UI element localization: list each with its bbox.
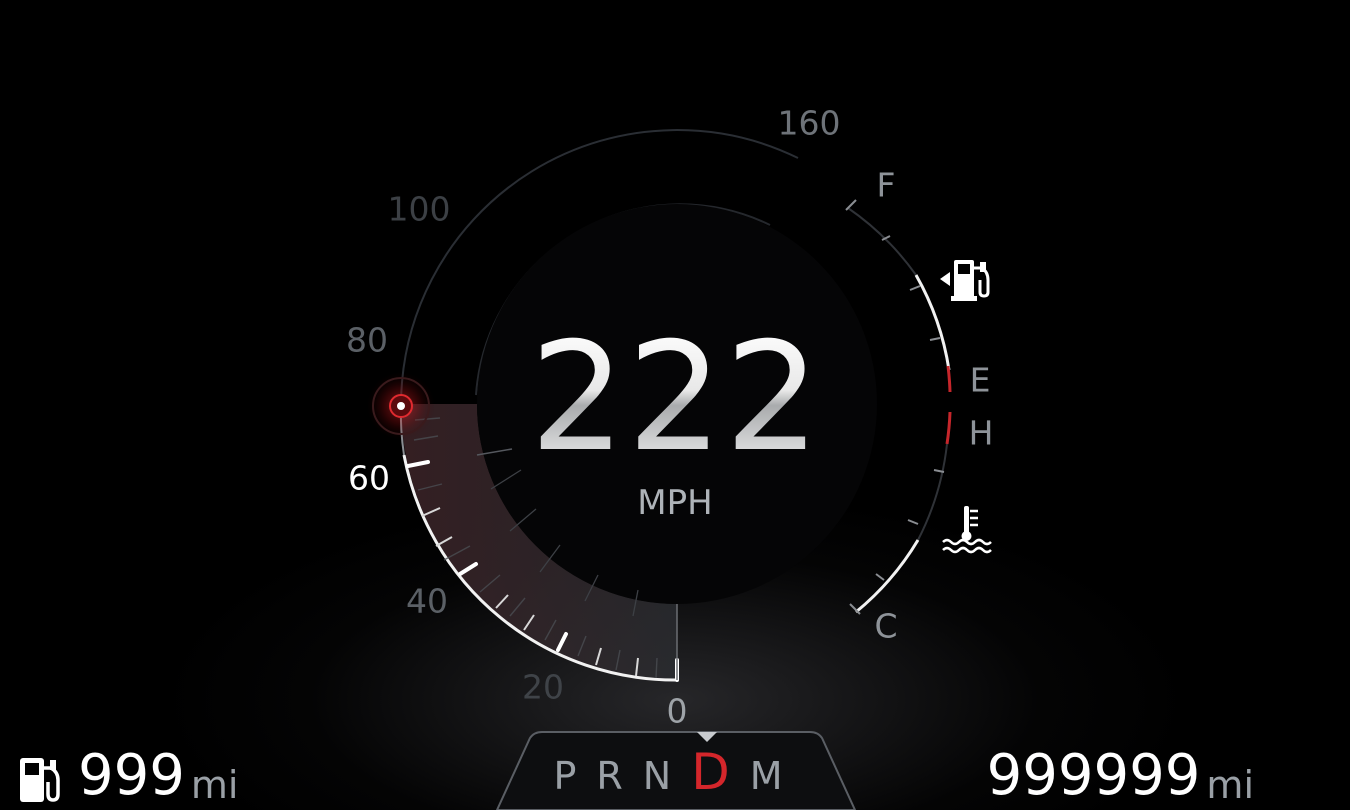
gear-selector: P R N D M bbox=[553, 747, 782, 797]
gear-m: M bbox=[749, 754, 783, 798]
range-unit: mi bbox=[190, 763, 239, 807]
temp-gauge-arc bbox=[855, 539, 920, 614]
fuel-red-zone bbox=[946, 365, 952, 393]
fuel-empty-label: E bbox=[969, 360, 991, 400]
temp-hot-label: H bbox=[968, 413, 994, 453]
fuel-pump-icon bbox=[20, 758, 60, 802]
scale-label-0: 0 bbox=[666, 691, 688, 731]
range-value: 999 bbox=[78, 743, 185, 808]
scale-label-40: 40 bbox=[406, 581, 448, 621]
gear-r: R bbox=[596, 754, 623, 798]
coolant-temperature-icon bbox=[942, 506, 992, 554]
fuel-pump-icon bbox=[940, 260, 990, 301]
scale-label-60: 60 bbox=[348, 458, 390, 498]
temp-red-zone bbox=[945, 411, 952, 445]
range-readout: 999 mi bbox=[18, 748, 238, 804]
scale-label-80: 80 bbox=[346, 320, 388, 360]
odometer-value: 999999 bbox=[986, 743, 1201, 808]
scale-label-20: 20 bbox=[522, 667, 564, 707]
odometer-readout: 999999 mi bbox=[973, 743, 1254, 808]
fuel-full-label: F bbox=[876, 165, 896, 205]
scale-label-100: 100 bbox=[387, 189, 451, 229]
gear-p: P bbox=[553, 754, 577, 798]
speed-unit: MPH bbox=[637, 483, 713, 523]
odometer-unit: mi bbox=[1206, 763, 1254, 807]
temp-cold-label: C bbox=[874, 606, 898, 646]
speed-readout: 222 bbox=[529, 311, 823, 485]
gear-d-active: D bbox=[691, 743, 730, 801]
scale-label-160: 160 bbox=[777, 103, 841, 143]
gear-n: N bbox=[642, 754, 672, 798]
fuel-gauge-arc-faint bbox=[847, 207, 917, 276]
